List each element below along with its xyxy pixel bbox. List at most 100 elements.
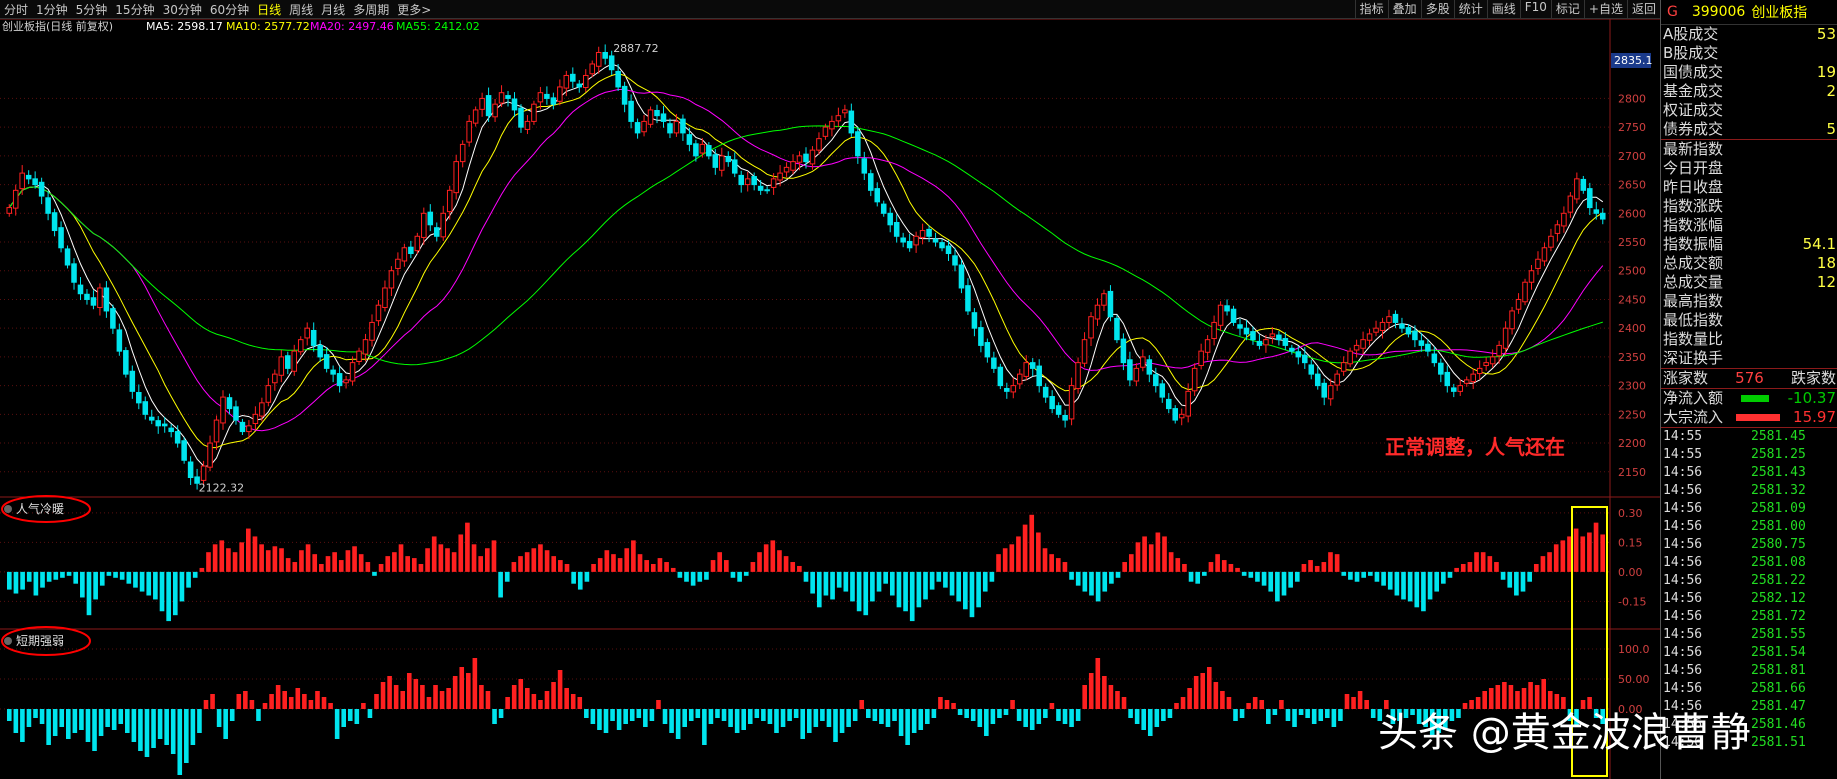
candle	[453, 161, 459, 194]
bar	[577, 571, 583, 590]
candle	[1036, 365, 1042, 387]
back-button[interactable]: 返回	[1626, 0, 1660, 18]
statistics-button[interactable]: 统计	[1453, 0, 1487, 18]
candle	[1379, 321, 1386, 331]
bar	[1182, 564, 1187, 572]
bar	[466, 673, 471, 709]
y-tick-label: 0.00	[1618, 566, 1643, 579]
bar	[656, 700, 661, 709]
high-price-annotation: 2887.72	[613, 42, 659, 55]
bar	[66, 709, 71, 739]
candle	[582, 74, 589, 89]
bar	[743, 571, 749, 576]
table-row: 14:56 2581.22	[1663, 573, 1806, 588]
candle	[628, 100, 634, 122]
bar	[1533, 564, 1539, 572]
candle	[174, 431, 181, 444]
bar	[669, 709, 674, 733]
overlay-button[interactable]: 叠加	[1387, 0, 1421, 18]
tab-period-8[interactable]: 月线	[317, 1, 349, 18]
market-volume-section: A股成交 53 B股成交 国债成交 19 基金成交 2 权证成交 债券成交 5	[1661, 25, 1837, 139]
bar	[684, 571, 689, 582]
bar	[282, 691, 287, 709]
tab-period-daily[interactable]: 日线	[253, 1, 285, 18]
candle	[1217, 304, 1224, 326]
bar	[911, 709, 917, 733]
bar	[400, 691, 406, 709]
candle	[518, 107, 524, 128]
bar	[392, 552, 397, 572]
candle	[1191, 367, 1198, 392]
chart-area[interactable]: 2150 2200 2250 2300 2350 2400 2450 2500 2550 2600…	[0, 19, 1660, 779]
candle	[369, 321, 375, 341]
candle	[12, 189, 19, 209]
bar	[352, 546, 357, 572]
candle	[1548, 235, 1554, 248]
bar	[451, 552, 457, 572]
indicator-button[interactable]: 指标	[1354, 0, 1388, 18]
bar	[1246, 703, 1251, 709]
candle	[1237, 324, 1243, 329]
y-tick-label: 2550	[1618, 236, 1646, 249]
bar	[1147, 709, 1153, 736]
candle	[887, 212, 893, 226]
bar	[332, 552, 337, 572]
bar	[551, 556, 557, 572]
list-item: 权证成交	[1663, 101, 1724, 119]
tab-period-5[interactable]: 60分钟	[206, 1, 253, 18]
tab-period-3[interactable]: 15分钟	[111, 1, 158, 18]
candle	[1081, 339, 1088, 364]
bar	[1328, 552, 1333, 572]
bar	[485, 691, 491, 709]
bar	[1494, 562, 1499, 572]
candle	[971, 312, 978, 329]
bar	[252, 536, 258, 572]
bar	[206, 552, 211, 572]
bar	[60, 571, 65, 578]
bar	[405, 556, 410, 572]
list-item: 大宗流入 15.97	[1663, 408, 1836, 426]
mark-button[interactable]: 标记	[1550, 0, 1584, 18]
tab-period-2[interactable]: 5分钟	[72, 1, 112, 18]
bar	[72, 709, 78, 733]
bar	[279, 548, 284, 572]
bar	[80, 571, 85, 598]
bar	[184, 709, 189, 763]
bar	[938, 697, 943, 709]
candle	[349, 362, 356, 382]
bar	[285, 558, 291, 572]
draw-line-button[interactable]: 画线	[1486, 0, 1520, 18]
f10-button[interactable]: F10	[1519, 0, 1551, 18]
bar	[1148, 544, 1154, 572]
tab-period-4[interactable]: 30分钟	[159, 1, 206, 18]
bar	[544, 691, 550, 709]
bar	[1527, 571, 1532, 582]
bar	[426, 697, 432, 709]
bar	[111, 709, 117, 730]
tab-period-1[interactable]: 1分钟	[32, 1, 72, 18]
candlestick-series	[6, 44, 1606, 490]
candle	[997, 366, 1004, 387]
bar	[92, 709, 97, 751]
bar	[754, 709, 760, 718]
bar	[315, 691, 320, 709]
candle	[1204, 339, 1211, 353]
candle	[978, 327, 984, 346]
bar	[997, 709, 1002, 718]
add-watchlist-button[interactable]: +自选	[1583, 0, 1627, 18]
bar	[830, 571, 835, 600]
tab-period-7[interactable]: 周线	[285, 1, 317, 18]
candle	[142, 401, 149, 415]
collapse-icon[interactable]	[4, 505, 12, 513]
tab-period-9[interactable]: 多周期	[349, 1, 393, 18]
tab-period-more[interactable]: 更多>	[393, 1, 435, 18]
bar	[139, 571, 145, 592]
bar	[767, 709, 773, 724]
candle	[719, 155, 725, 171]
tab-period-0[interactable]: 分时	[0, 1, 32, 18]
candle	[926, 228, 932, 237]
bar	[133, 571, 138, 588]
bar	[923, 571, 928, 600]
collapse-icon[interactable]	[4, 637, 12, 645]
multi-stock-button[interactable]: 多股	[1420, 0, 1454, 18]
